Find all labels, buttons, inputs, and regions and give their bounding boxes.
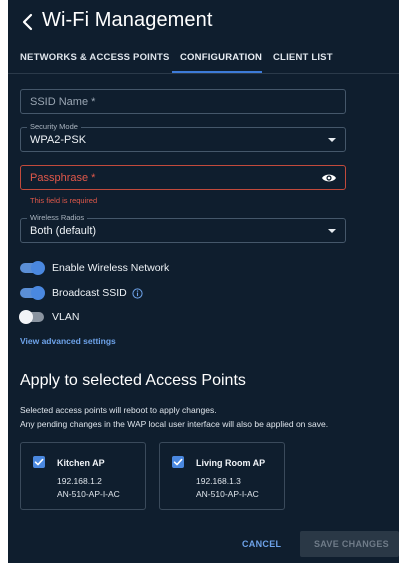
app-window: Wi-Fi Management NETWORKS & ACCESS POINT… (8, 0, 399, 563)
checkmark-icon (34, 458, 44, 466)
wireless-radios-value: Both (default) (30, 225, 97, 237)
living-room-ap-name: Living Room AP (196, 458, 266, 468)
apply-description-line2: Any pending changes in the WAP local use… (20, 419, 329, 429)
security-mode-value: WPA2-PSK (30, 134, 87, 146)
kitchen-ap-name: Kitchen AP (57, 458, 105, 468)
apply-description-line1: Selected access points will reboot to ap… (20, 405, 217, 415)
wireless-radios-label: Wireless Radios (27, 213, 88, 222)
vlan-label: VLAN (52, 311, 80, 323)
info-icon[interactable] (132, 287, 143, 299)
vlan-row: VLAN (19, 309, 80, 325)
enable-wireless-network-row: Enable Wireless Network (20, 260, 169, 276)
living-room-ap-model: AN-510-AP-I-AC (196, 489, 259, 499)
broadcast-ssid-row: Broadcast SSID (20, 285, 143, 301)
security-mode-label: Security Mode (27, 122, 81, 131)
kitchen-ap-model: AN-510-AP-I-AC (57, 489, 120, 499)
passphrase-input[interactable]: Passphrase * (20, 165, 346, 190)
passphrase-placeholder: Passphrase * (30, 172, 96, 184)
security-mode-select[interactable]: Security Mode WPA2-PSK (20, 122, 346, 152)
dropdown-arrow-icon (328, 138, 336, 142)
access-point-card-kitchen[interactable]: Kitchen AP 192.168.1.2 AN-510-AP-I-AC (20, 442, 146, 510)
passphrase-error-message: This field is required (30, 196, 98, 205)
header: Wi-Fi Management (8, 0, 399, 44)
broadcast-ssid-label: Broadcast SSID (52, 287, 127, 299)
broadcast-ssid-toggle[interactable] (20, 286, 45, 300)
checkmark-icon (173, 458, 183, 466)
tab-client-list[interactable]: CLIENT LIST (273, 52, 333, 63)
tab-configuration[interactable]: CONFIGURATION (180, 52, 262, 63)
wireless-radios-select[interactable]: Wireless Radios Both (default) (20, 213, 346, 243)
dropdown-arrow-icon (328, 229, 336, 233)
enable-wireless-network-toggle[interactable] (20, 261, 45, 275)
kitchen-ap-ip: 192.168.1.2 (57, 476, 102, 486)
apply-section-title: Apply to selected Access Points (20, 372, 246, 389)
living-room-ap-ip: 192.168.1.3 (196, 476, 241, 486)
vlan-toggle[interactable] (19, 310, 44, 324)
enable-wireless-network-label: Enable Wireless Network (52, 262, 170, 274)
page-title: Wi-Fi Management (42, 9, 213, 31)
living-room-ap-checkbox[interactable] (172, 456, 184, 468)
access-point-card-living-room[interactable]: Living Room AP 192.168.1.3 AN-510-AP-I-A… (159, 442, 285, 510)
chevron-left-icon (22, 13, 33, 31)
tab-networks-access-points[interactable]: NETWORKS & ACCESS POINTS (20, 52, 170, 63)
active-tab-indicator (172, 71, 262, 73)
kitchen-ap-checkbox[interactable] (33, 456, 45, 468)
ssid-name-placeholder: SSID Name * (30, 96, 96, 108)
cancel-button[interactable]: CANCEL (242, 539, 281, 549)
view-advanced-settings-link[interactable]: View advanced settings (20, 336, 116, 346)
save-changes-button[interactable]: SAVE CHANGES (300, 531, 399, 557)
eye-icon[interactable] (321, 171, 337, 185)
back-button[interactable] (18, 11, 36, 33)
save-changes-label: SAVE CHANGES (314, 539, 389, 549)
ssid-name-input[interactable]: SSID Name * (20, 89, 346, 114)
tab-bar: NETWORKS & ACCESS POINTS CONFIGURATION C… (8, 44, 399, 74)
